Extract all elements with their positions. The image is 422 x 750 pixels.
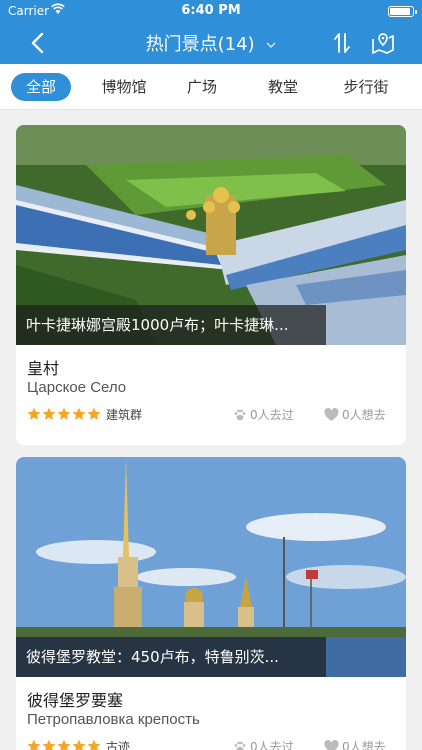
tab-museum[interactable]: 博物馆 (89, 73, 159, 101)
attraction-card[interactable]: 彼得堡罗教堂：450卢布，特鲁别茨... 彼得堡罗要塞 Петропавловк… (16, 457, 406, 750)
star-icon (27, 739, 41, 750)
photo-caption: 叶卡捷琳娜宫殿1000卢布；叶卡捷琳... (16, 305, 326, 345)
category-tabs: 全部 博物馆 广场 教堂 步行街 (0, 64, 422, 110)
star-rating (27, 739, 102, 750)
page-title-dropdown[interactable]: 热门景点(14) (0, 30, 422, 56)
heart-icon (324, 740, 339, 750)
attraction-card[interactable]: 叶卡捷琳娜宫殿1000卢布；叶卡捷琳... 皇村 Царское Село 建筑… (16, 125, 406, 445)
star-rating (27, 407, 102, 423)
attraction-name-russian: Царское Село (27, 379, 127, 396)
want-count-label: 0人想去 (342, 408, 386, 422)
page-title: 热门景点(14) (145, 34, 255, 55)
star-icon (57, 739, 71, 750)
attraction-name: 皇村 (27, 359, 60, 378)
visited-count[interactable]: 0人去过 (233, 406, 294, 423)
star-icon (42, 407, 56, 420)
star-icon (87, 407, 101, 420)
tab-all[interactable]: 全部 (11, 73, 71, 101)
star-icon (27, 407, 41, 420)
star-icon (57, 407, 71, 420)
star-icon (72, 739, 86, 750)
star-icon (42, 739, 56, 750)
app-header: Carrier 6:40 PM 热门景点(14) (0, 0, 422, 64)
battery-icon (388, 6, 417, 17)
sort-icon[interactable] (330, 31, 354, 55)
paw-icon (234, 741, 246, 750)
attraction-name: 彼得堡罗要塞 (27, 691, 124, 710)
tab-pedestrian-street[interactable]: 步行街 (334, 73, 398, 101)
heart-icon (324, 407, 339, 421)
star-icon (87, 739, 101, 750)
status-time: 6:40 PM (181, 3, 241, 18)
chevron-down-icon (266, 42, 276, 48)
attraction-photo: 彼得堡罗教堂：450卢布，特鲁别茨... (16, 457, 406, 677)
visited-count-label: 0人去过 (250, 408, 294, 422)
attraction-name-russian: Петропавловка крепость (27, 711, 200, 728)
tab-church[interactable]: 教堂 (258, 73, 308, 101)
want-count[interactable]: 0人想去 (324, 406, 386, 423)
map-icon[interactable] (370, 31, 396, 55)
category-label: 古迹 (106, 740, 131, 750)
visited-count-label: 0人去过 (250, 740, 294, 750)
status-bar: Carrier 6:40 PM (0, 0, 422, 22)
want-count[interactable]: 0人想去 (324, 738, 386, 750)
category-label: 建筑群 (106, 408, 143, 422)
star-icon (72, 407, 86, 420)
want-count-label: 0人想去 (342, 740, 386, 750)
attraction-photo: 叶卡捷琳娜宫殿1000卢布；叶卡捷琳... (16, 125, 406, 345)
paw-icon (234, 409, 246, 421)
photo-caption: 彼得堡罗教堂：450卢布，特鲁别茨... (16, 637, 326, 677)
tab-square[interactable]: 广场 (177, 73, 227, 101)
visited-count[interactable]: 0人去过 (233, 738, 294, 750)
